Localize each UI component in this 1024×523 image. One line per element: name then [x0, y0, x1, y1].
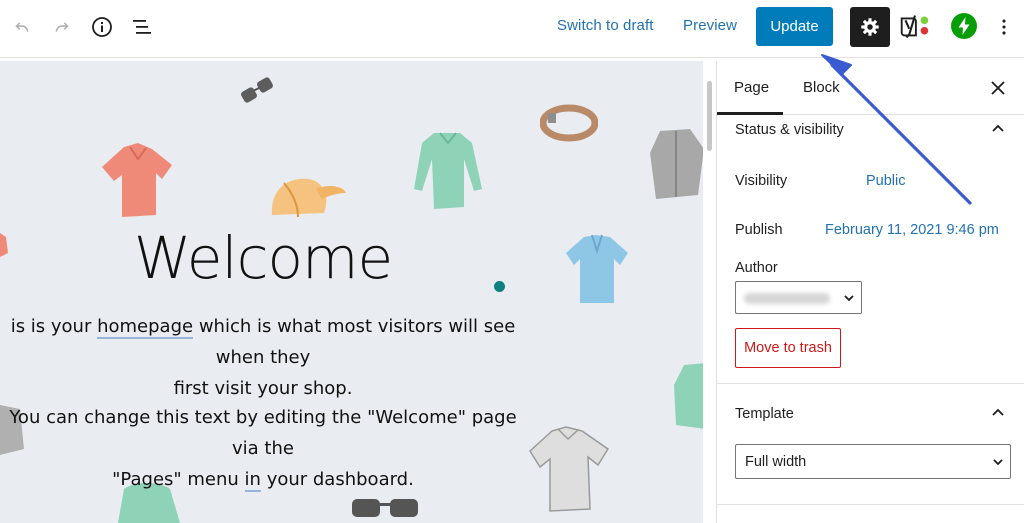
redo-button[interactable]	[44, 9, 80, 45]
gear-icon	[861, 18, 879, 36]
in-link[interactable]: in	[244, 469, 261, 492]
list-view-button[interactable]	[124, 9, 160, 45]
panel-divider	[717, 504, 1024, 505]
chevron-up-icon[interactable]	[989, 404, 1007, 422]
preview-button[interactable]: Preview	[683, 17, 737, 34]
belt-illustration	[540, 104, 598, 142]
chevron-up-icon[interactable]	[989, 120, 1007, 138]
settings-sidebar: Page Block Status & visibility Visibilit…	[716, 61, 1024, 523]
undo-button[interactable]	[4, 9, 40, 45]
visibility-toggle[interactable]: Public	[866, 173, 906, 189]
long-sleeve-illustration	[414, 132, 482, 209]
paragraph-text: your dashboard.	[260, 469, 414, 490]
visibility-label: Visibility	[735, 173, 788, 189]
chevron-down-icon	[844, 295, 854, 302]
switch-to-draft-button[interactable]: Switch to draft	[557, 17, 654, 34]
hoodie-teal-illustration	[674, 363, 703, 429]
paragraph-text: is is your	[10, 316, 98, 337]
tshirt-orange-illustration	[102, 143, 172, 217]
polo-blue-illustration	[566, 234, 628, 303]
welcome-heading[interactable]: Welcome	[0, 224, 526, 292]
chevron-down-icon	[993, 459, 1003, 466]
block-inserter-dot[interactable]	[494, 281, 505, 292]
settings-button[interactable]	[850, 7, 890, 47]
paragraph-text: You can change this text by editing the …	[9, 407, 517, 459]
yoast-icon	[900, 15, 929, 39]
list-view-icon	[133, 20, 151, 34]
panel-divider	[717, 383, 1024, 384]
tab-block[interactable]: Block	[803, 79, 840, 96]
author-label: Author	[735, 260, 778, 276]
tshirt-gray-illustration	[529, 426, 610, 512]
redo-icon	[55, 22, 69, 32]
status-visibility-toggle[interactable]: Status & visibility	[735, 122, 844, 138]
jetpack-button[interactable]	[946, 8, 982, 44]
scrollbar-thumb[interactable]	[707, 81, 712, 151]
close-icon[interactable]	[987, 77, 1009, 99]
jetpack-icon	[951, 13, 977, 39]
update-button[interactable]: Update	[756, 7, 833, 46]
undo-icon	[15, 22, 29, 32]
homepage-link[interactable]: homepage	[97, 316, 194, 339]
author-name-redacted	[744, 293, 830, 304]
canvas-scrollbar[interactable]	[703, 61, 716, 523]
editor-toolbar: Switch to draft Preview Update	[0, 0, 1024, 58]
more-vertical-icon	[1002, 19, 1006, 35]
template-panel-toggle[interactable]: Template	[735, 406, 794, 422]
publish-label: Publish	[735, 222, 783, 238]
info-icon	[92, 17, 112, 37]
tab-page[interactable]: Page	[734, 79, 769, 96]
yoast-button[interactable]	[896, 8, 932, 44]
paragraph-text: first visit your shop.	[173, 378, 353, 399]
paragraph-text: which is what most visitors will see whe…	[193, 316, 516, 368]
move-to-trash-button[interactable]: Move to trash	[735, 328, 841, 368]
details-button[interactable]	[84, 9, 120, 45]
sunglasses-illustration	[241, 77, 273, 103]
welcome-paragraph-2[interactable]: You can change this text by editing the …	[0, 402, 526, 495]
jacket-gray-illustration	[650, 129, 703, 199]
editor-canvas[interactable]: Welcome is is your homepage which is wha…	[0, 61, 703, 523]
template-select[interactable]: Full width	[735, 444, 1011, 479]
publish-date-toggle[interactable]: February 11, 2021 9:46 pm	[825, 222, 999, 238]
options-button[interactable]	[986, 9, 1022, 45]
author-select[interactable]	[735, 281, 862, 314]
sunglasses-bottom-illustration	[352, 499, 418, 517]
paragraph-text: "Pages" menu	[112, 469, 245, 490]
welcome-paragraph-1[interactable]: is is your homepage which is what most v…	[0, 311, 526, 404]
sidebar-tabs: Page Block	[717, 61, 1024, 115]
active-tab-indicator	[717, 112, 783, 115]
template-selected-value: Full width	[745, 454, 807, 470]
